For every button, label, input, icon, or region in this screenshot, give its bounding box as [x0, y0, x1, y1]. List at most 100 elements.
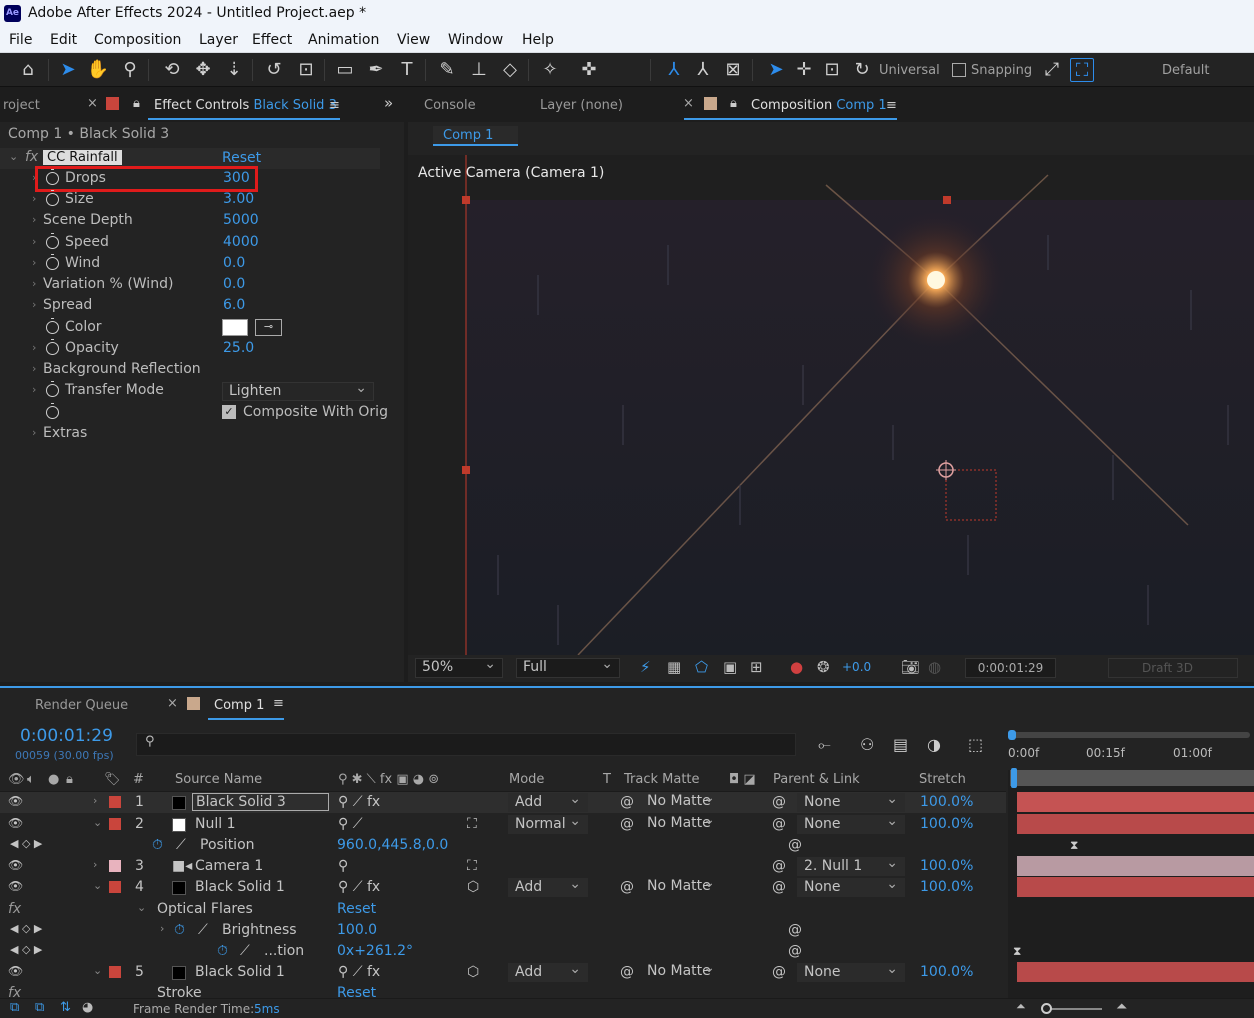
- stopwatch-icon[interactable]: [46, 190, 64, 208]
- transparency-grid-icon[interactable]: ▦: [667, 658, 681, 676]
- universal-label[interactable]: Universal: [879, 63, 940, 78]
- tab-render-queue[interactable]: Render Queue: [35, 698, 128, 713]
- parent-pickwhip-icon[interactable]: @: [772, 964, 786, 980]
- param-background-reflection[interactable]: › Background Reflection: [0, 360, 380, 381]
- draft-3d-button[interactable]: Draft 3D: [1108, 658, 1238, 678]
- layer-switches-icon[interactable]: ⧉: [35, 1000, 44, 1015]
- layer-handle[interactable]: [462, 196, 470, 204]
- stopwatch-icon[interactable]: [46, 403, 64, 421]
- graph-icon[interactable]: ⟋: [198, 922, 208, 938]
- tab-effect-controls[interactable]: Effect Controls Black Solid 3: [154, 98, 337, 113]
- graph-icon[interactable]: ⟋: [240, 943, 250, 959]
- world-axis-icon[interactable]: ⅄: [691, 58, 715, 82]
- reset-link[interactable]: Reset: [337, 985, 376, 997]
- expand-arrow-icon[interactable]: ›: [32, 213, 36, 226]
- layer-handle[interactable]: [462, 466, 470, 474]
- stopwatch-icon[interactable]: ⏱︎: [174, 922, 185, 938]
- layer-bar-3[interactable]: [1017, 856, 1254, 876]
- layer-row-2[interactable]: 👁︎ ⌄ 2 Null 1 ⚲ ⟋ ⛶ Normal @ No Matte @ …: [0, 812, 1006, 835]
- 3d-move-icon[interactable]: ✛: [792, 58, 816, 82]
- layer-bar-1[interactable]: [1017, 792, 1254, 812]
- menu-view[interactable]: View: [397, 32, 430, 48]
- comp-button-icon[interactable]: ⧉: [10, 1000, 19, 1015]
- visibility-eye-icon[interactable]: 👁︎: [8, 964, 23, 978]
- reset-link[interactable]: Reset: [222, 150, 261, 166]
- effect-row-optical-flares[interactable]: fx ⌄ Optical Flares Reset: [0, 899, 1006, 920]
- stretch-value[interactable]: 100.0%: [920, 794, 973, 810]
- current-time-indicator[interactable]: [1011, 768, 1017, 788]
- zoom-tool-icon[interactable]: ⚲: [118, 58, 142, 82]
- tab-console[interactable]: Console: [424, 98, 476, 113]
- label-tag-icon[interactable]: 🏷︎: [104, 772, 121, 787]
- checkbox-checked-icon[interactable]: ✓: [222, 405, 236, 419]
- parent-dropdown[interactable]: None: [797, 961, 905, 982]
- expand-arrow-icon[interactable]: ›: [32, 277, 36, 290]
- switch-icons[interactable]: ⚲ ⟋: [338, 816, 363, 832]
- lock-icon[interactable]: 🔒︎: [133, 96, 140, 111]
- fast-previews-icon[interactable]: ⚡︎: [640, 658, 651, 676]
- solo-icon[interactable]: ●: [48, 772, 59, 787]
- param-composite[interactable]: ✓ Composite With Orig: [0, 403, 388, 424]
- stopwatch-icon[interactable]: [46, 318, 64, 336]
- expression-pickwhip-icon[interactable]: @: [788, 943, 802, 959]
- visibility-eye-icon[interactable]: 👁︎: [8, 816, 23, 830]
- layer-name[interactable]: Camera 1: [195, 858, 263, 874]
- tab-composition[interactable]: Composition Comp 1: [751, 98, 887, 113]
- stretch-value[interactable]: 100.0%: [920, 858, 973, 874]
- switch-icons[interactable]: ⚲ ⟋ fx: [338, 794, 380, 810]
- zoom-dropdown[interactable]: 50%: [415, 656, 503, 678]
- expand-panels-icon[interactable]: »: [384, 94, 393, 112]
- param-value[interactable]: 6.0: [223, 297, 245, 313]
- shy-layers-icon[interactable]: ⚇: [860, 735, 874, 754]
- layer-bar-2[interactable]: [1017, 814, 1254, 834]
- property-value[interactable]: 100.0: [337, 922, 377, 938]
- expression-pickwhip-icon[interactable]: @: [788, 922, 802, 938]
- dolly-camera-icon[interactable]: ⇣: [222, 58, 246, 82]
- stopwatch-icon[interactable]: ⏱︎: [217, 943, 228, 959]
- chevron-down-icon[interactable]: ⌄: [93, 964, 102, 977]
- mask-grid-icon[interactable]: ⛶: [1070, 58, 1094, 82]
- param-size[interactable]: › Size 3.00: [0, 190, 380, 211]
- parent-dropdown[interactable]: None: [797, 876, 905, 897]
- render-time-icon[interactable]: ◕: [82, 1000, 93, 1015]
- property-value[interactable]: 0x+261.2°: [337, 943, 413, 959]
- parent-pickwhip-icon[interactable]: @: [772, 879, 786, 895]
- param-transfer-mode[interactable]: › Transfer Mode Lighten: [0, 380, 380, 402]
- menu-animation[interactable]: Animation: [308, 32, 379, 48]
- param-drops[interactable]: › Drops 300: [0, 166, 380, 192]
- label-color[interactable]: [109, 860, 121, 872]
- layer-handle[interactable]: [943, 196, 951, 204]
- keyframe-nav-icon[interactable]: ◀ ◇ ▶: [10, 837, 42, 850]
- panel-menu-icon[interactable]: ≡: [886, 98, 897, 113]
- property-value[interactable]: 960.0,445.8,0.0: [337, 837, 448, 853]
- visibility-eye-icon[interactable]: 👁︎: [8, 794, 23, 808]
- switch-icons[interactable]: ⚲ ⟋ fx: [338, 879, 380, 895]
- reset-link[interactable]: Reset: [337, 901, 376, 917]
- stopwatch-icon[interactable]: [46, 233, 64, 251]
- menu-effect[interactable]: Effect: [252, 32, 292, 48]
- param-value[interactable]: 5000: [223, 212, 259, 228]
- stretch-value[interactable]: 100.0%: [920, 816, 973, 832]
- fx-icon[interactable]: fx: [8, 985, 21, 997]
- effect-row-stroke[interactable]: fx Stroke Reset: [0, 983, 1006, 997]
- layer-name[interactable]: Black Solid 1: [195, 964, 285, 980]
- label-color[interactable]: [109, 881, 121, 893]
- param-value[interactable]: 4000: [223, 234, 259, 250]
- tab-project[interactable]: roject: [3, 98, 40, 113]
- eraser-tool-icon[interactable]: ◇: [498, 58, 522, 82]
- search-input[interactable]: ⚲: [136, 733, 796, 756]
- switch-icons[interactable]: ⚲ ⟋ fx: [338, 964, 380, 980]
- snapping-checkbox[interactable]: [952, 63, 966, 77]
- pickwhip-icon[interactable]: @: [620, 816, 634, 832]
- color-channels-icon[interactable]: ●: [790, 658, 803, 676]
- label-color[interactable]: [109, 818, 121, 830]
- snap-options-icon[interactable]: ⤢: [1040, 58, 1064, 82]
- visibility-eye-icon[interactable]: 👁︎: [8, 858, 23, 872]
- lock-icon[interactable]: 🔒︎: [66, 772, 73, 787]
- 3d-scale-icon[interactable]: ⊡: [820, 58, 844, 82]
- graph-editor-icon[interactable]: ⬚: [968, 735, 983, 754]
- parent-dropdown[interactable]: None: [797, 791, 905, 812]
- grid-guides-icon[interactable]: ⊞: [750, 658, 763, 676]
- 3d-cube-icon[interactable]: ⬡: [467, 964, 479, 980]
- rectangle-tool-icon[interactable]: ▭: [333, 58, 357, 82]
